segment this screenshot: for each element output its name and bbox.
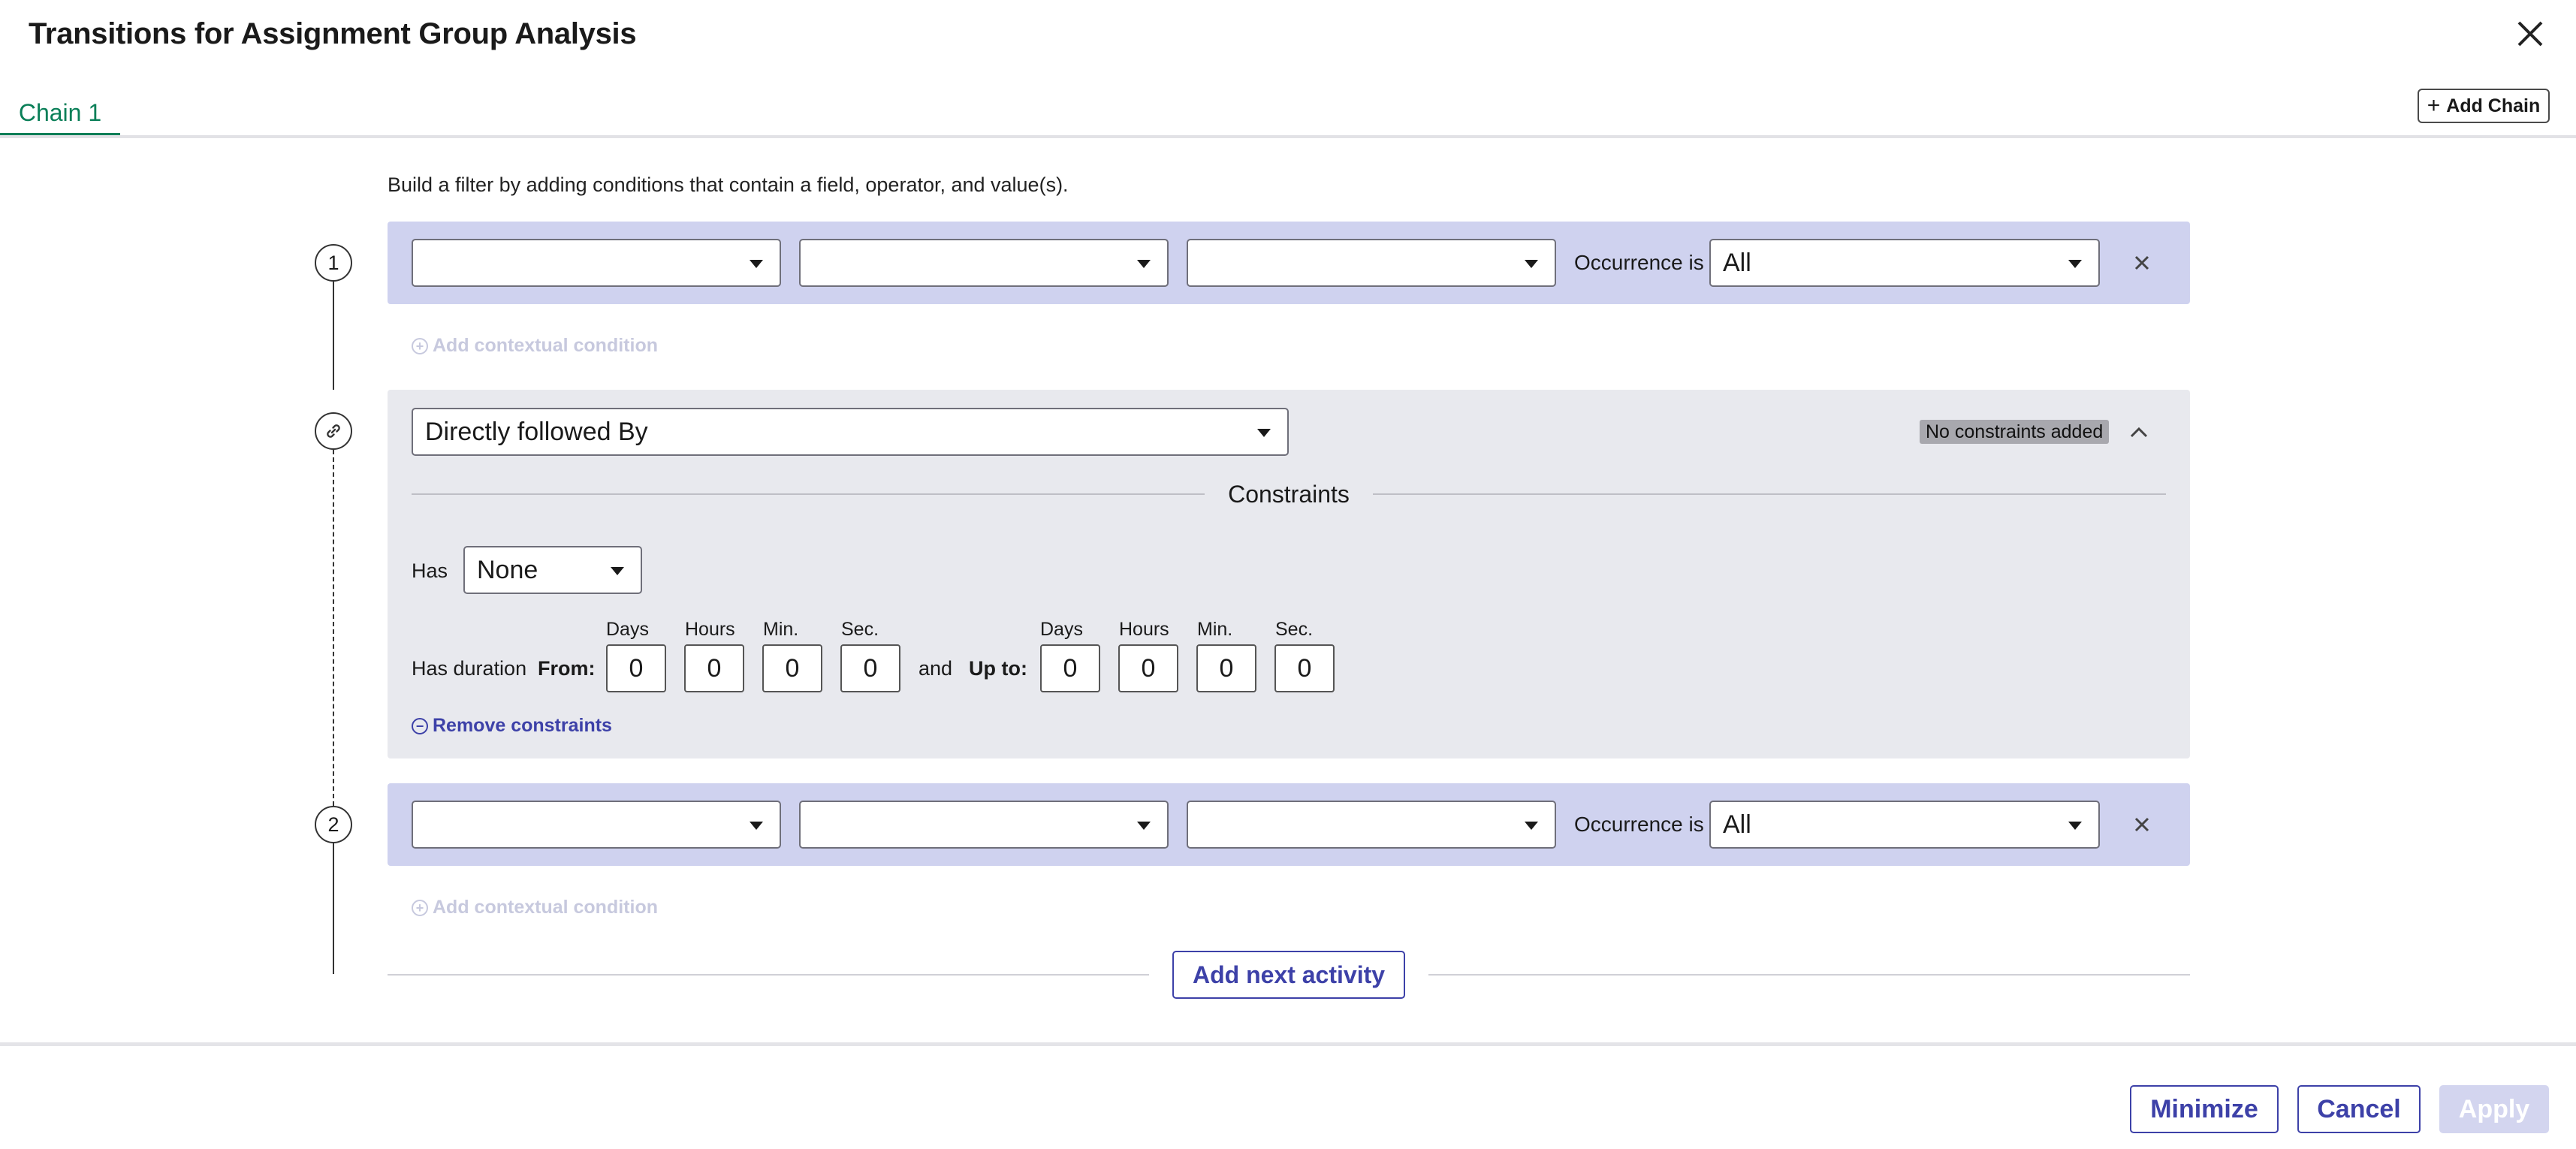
link-panel: Directly followed By [388, 390, 2190, 758]
close-icon[interactable] [2511, 15, 2549, 53]
occurrence-value: All [1723, 249, 1751, 277]
condition-row-1: Occurrence is All [388, 222, 2190, 304]
plus-icon: + [2427, 93, 2441, 118]
tab-chain-1[interactable]: Chain 1 [0, 92, 120, 137]
caret-down-icon [2068, 822, 2082, 830]
tab-divider [0, 135, 2576, 138]
has-duration-label: Has duration [412, 657, 527, 680]
value-select[interactable] [1187, 239, 1556, 287]
filter-instructions: Build a filter by adding conditions that… [388, 173, 1069, 196]
divider [412, 493, 1205, 495]
has-select[interactable]: None [463, 546, 642, 594]
divider [388, 974, 1149, 976]
timeline-dashed-line [333, 450, 334, 806]
remove-condition-icon[interactable] [2127, 248, 2157, 278]
from-hours-label: Hours [685, 619, 735, 640]
upto-hours-input[interactable] [1118, 644, 1178, 692]
remove-constraints-link[interactable]: − Remove constraints [412, 715, 612, 737]
timeline-line [333, 843, 334, 974]
upto-hours-label: Hours [1119, 619, 1169, 640]
upto-sec-label: Sec. [1275, 619, 1314, 640]
condition-row-2: Occurrence is All [388, 783, 2190, 866]
occurrence-select[interactable]: All [1709, 239, 2100, 287]
divider [1373, 493, 2166, 495]
chevron-up-icon[interactable] [2124, 418, 2154, 448]
occurrence-select[interactable]: All [1709, 801, 2100, 849]
from-sec-input[interactable] [840, 644, 900, 692]
add-next-activity-button[interactable]: Add next activity [1172, 951, 1405, 999]
from-days-label: Days [606, 619, 649, 640]
field-select[interactable] [412, 239, 781, 287]
caret-down-icon [1137, 822, 1151, 830]
minus-circle-icon: − [412, 717, 428, 734]
upto-days-label: Days [1040, 619, 1083, 640]
constraints-heading: Constraints [1228, 481, 1350, 508]
caret-down-icon [1525, 260, 1538, 268]
caret-down-icon [1525, 822, 1538, 830]
cancel-button[interactable]: Cancel [2297, 1085, 2421, 1133]
up-to-label: Up to: [969, 657, 1027, 680]
add-contextual-label: Add contextual condition [433, 897, 658, 918]
from-days-input[interactable] [606, 644, 666, 692]
plus-circle-icon: + [412, 899, 428, 916]
add-contextual-condition-1[interactable]: + Add contextual condition [412, 335, 658, 357]
occurrence-value: All [1723, 810, 1751, 839]
add-chain-button[interactable]: + Add Chain [2418, 89, 2550, 123]
from-label: From: [538, 657, 596, 680]
operator-select[interactable] [799, 239, 1169, 287]
minimize-button[interactable]: Minimize [2130, 1085, 2279, 1133]
caret-down-icon [611, 567, 624, 575]
timeline-line [333, 282, 334, 390]
add-chain-label: Add Chain [2446, 95, 2541, 116]
add-contextual-label: Add contextual condition [433, 335, 658, 356]
caret-down-icon [2068, 260, 2082, 268]
from-min-input[interactable] [762, 644, 822, 692]
from-min-label: Min. [763, 619, 799, 640]
link-marker [315, 412, 352, 450]
caret-down-icon [750, 260, 763, 268]
constraints-status-badge: No constraints added [1920, 420, 2110, 444]
from-sec-label: Sec. [841, 619, 879, 640]
divider [1428, 974, 2190, 976]
caret-down-icon [1137, 260, 1151, 268]
upto-min-input[interactable] [1196, 644, 1256, 692]
apply-button[interactable]: Apply [2439, 1085, 2549, 1133]
has-value: None [477, 556, 538, 584]
upto-min-label: Min. [1197, 619, 1233, 640]
caret-down-icon [750, 822, 763, 830]
relation-value: Directly followed By [425, 418, 648, 446]
field-select[interactable] [412, 801, 781, 849]
occurrence-label: Occurrence is [1574, 813, 1704, 836]
operator-select[interactable] [799, 801, 1169, 849]
occurrence-label: Occurrence is [1574, 251, 1704, 274]
remove-constraints-label: Remove constraints [433, 715, 612, 736]
add-contextual-condition-2[interactable]: + Add contextual condition [412, 897, 658, 918]
remove-condition-icon[interactable] [2127, 810, 2157, 840]
link-icon [327, 424, 340, 438]
upto-days-input[interactable] [1040, 644, 1100, 692]
value-select[interactable] [1187, 801, 1556, 849]
footer-divider [0, 1042, 2576, 1046]
step-1-marker: 1 [315, 244, 352, 282]
plus-circle-icon: + [412, 337, 428, 354]
and-label: and [918, 657, 953, 680]
dialog-title: Transitions for Assignment Group Analysi… [29, 17, 637, 50]
upto-sec-input[interactable] [1274, 644, 1335, 692]
relation-select[interactable]: Directly followed By [412, 408, 1289, 456]
step-2-marker: 2 [315, 806, 352, 843]
has-label: Has [412, 559, 448, 582]
from-hours-input[interactable] [684, 644, 744, 692]
caret-down-icon [1257, 429, 1271, 437]
